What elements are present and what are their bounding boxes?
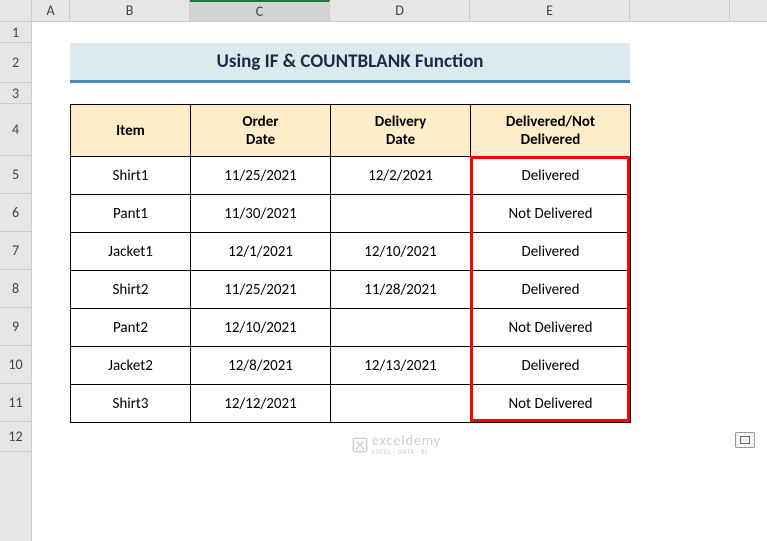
- col-header-a[interactable]: A: [32, 0, 70, 21]
- cell-order[interactable]: 11/30/2021: [191, 195, 331, 233]
- row-header-3[interactable]: 3: [0, 83, 31, 104]
- watermark-icon: [352, 437, 368, 453]
- main-area: A B C D E Using IF & COUNTBLANK Function…: [32, 0, 767, 541]
- cell-item[interactable]: Jacket1: [71, 233, 191, 271]
- col-header-c[interactable]: C: [190, 0, 330, 21]
- table-row: Pant1 11/30/2021 Not Delivered: [71, 195, 631, 233]
- cell-status[interactable]: Not Delivered: [471, 309, 631, 347]
- cell-delivery[interactable]: 12/13/2021: [331, 347, 471, 385]
- col-header-b[interactable]: B: [70, 0, 190, 21]
- row-header-12[interactable]: 12: [0, 422, 31, 452]
- cell-order[interactable]: 12/10/2021: [191, 309, 331, 347]
- row-header-7[interactable]: 7: [0, 232, 31, 270]
- header-item[interactable]: Item: [71, 105, 191, 157]
- cell-delivery[interactable]: [331, 195, 471, 233]
- col-header-e[interactable]: E: [470, 0, 630, 21]
- cell-item[interactable]: Jacket2: [71, 347, 191, 385]
- cell-delivery[interactable]: [331, 309, 471, 347]
- data-table: Item OrderDate DeliveryDate Delivered/No…: [70, 104, 631, 423]
- row-header-6[interactable]: 6: [0, 194, 31, 232]
- cell-item[interactable]: Shirt1: [71, 157, 191, 195]
- col-header-f[interactable]: [630, 0, 730, 21]
- table-row: Shirt2 11/25/2021 11/28/2021 Delivered: [71, 271, 631, 309]
- table-header-row: Item OrderDate DeliveryDate Delivered/No…: [71, 105, 631, 157]
- cell-order[interactable]: 12/12/2021: [191, 385, 331, 423]
- cell-delivery[interactable]: 12/10/2021: [331, 233, 471, 271]
- row-header-5[interactable]: 5: [0, 156, 31, 194]
- table-row: Pant2 12/10/2021 Not Delivered: [71, 309, 631, 347]
- watermark-text: exceldemy EXCEL · DATA · BI: [372, 434, 441, 455]
- cell-delivery[interactable]: 12/2/2021: [331, 157, 471, 195]
- header-delivery-date[interactable]: DeliveryDate: [331, 105, 471, 157]
- header-status[interactable]: Delivered/NotDelivered: [471, 105, 631, 157]
- row-header-2[interactable]: 2: [0, 43, 31, 83]
- cell-order[interactable]: 11/25/2021: [191, 271, 331, 309]
- cell-item[interactable]: Shirt3: [71, 385, 191, 423]
- cell-status[interactable]: Not Delivered: [471, 195, 631, 233]
- row-header-8[interactable]: 8: [0, 270, 31, 308]
- cell-status[interactable]: Delivered: [471, 157, 631, 195]
- select-all-corner[interactable]: [0, 0, 31, 22]
- table-row: Shirt3 12/12/2021 Not Delivered: [71, 385, 631, 423]
- watermark-main: exceldemy: [372, 434, 441, 448]
- spreadsheet-grid: 1 2 3 4 5 6 7 8 9 10 11 12 A B C D E Usi…: [0, 0, 767, 541]
- table-row: Jacket2 12/8/2021 12/13/2021 Delivered: [71, 347, 631, 385]
- paste-options-button[interactable]: [735, 432, 755, 448]
- title-banner: Using IF & COUNTBLANK Function: [70, 43, 630, 83]
- cell-delivery[interactable]: [331, 385, 471, 423]
- cell-order[interactable]: 12/8/2021: [191, 347, 331, 385]
- row-header-4[interactable]: 4: [0, 104, 31, 156]
- cell-item[interactable]: Pant2: [71, 309, 191, 347]
- cell-item[interactable]: Shirt2: [71, 271, 191, 309]
- row-header-1[interactable]: 1: [0, 22, 31, 43]
- row-header-11[interactable]: 11: [0, 384, 31, 422]
- col-headers: A B C D E: [32, 0, 767, 22]
- row-header-9[interactable]: 9: [0, 308, 31, 346]
- col-header-d[interactable]: D: [330, 0, 470, 21]
- paste-options-icon: [740, 436, 750, 444]
- table-row: Jacket1 12/1/2021 12/10/2021 Delivered: [71, 233, 631, 271]
- cell-status[interactable]: Delivered: [471, 233, 631, 271]
- cell-status[interactable]: Delivered: [471, 271, 631, 309]
- cell-order[interactable]: 12/1/2021: [191, 233, 331, 271]
- cell-item[interactable]: Pant1: [71, 195, 191, 233]
- row-headers: 1 2 3 4 5 6 7 8 9 10 11 12: [0, 0, 32, 541]
- header-order-date[interactable]: OrderDate: [191, 105, 331, 157]
- watermark-sub: EXCEL · DATA · BI: [372, 448, 441, 455]
- row-header-10[interactable]: 10: [0, 346, 31, 384]
- table-row: Shirt1 11/25/2021 12/2/2021 Delivered: [71, 157, 631, 195]
- watermark: exceldemy EXCEL · DATA · BI: [352, 434, 441, 455]
- cell-order[interactable]: 11/25/2021: [191, 157, 331, 195]
- sheet-area[interactable]: Using IF & COUNTBLANK Function Item Orde…: [32, 22, 767, 541]
- cell-status[interactable]: Delivered: [471, 347, 631, 385]
- cell-delivery[interactable]: 11/28/2021: [331, 271, 471, 309]
- cell-status[interactable]: Not Delivered: [471, 385, 631, 423]
